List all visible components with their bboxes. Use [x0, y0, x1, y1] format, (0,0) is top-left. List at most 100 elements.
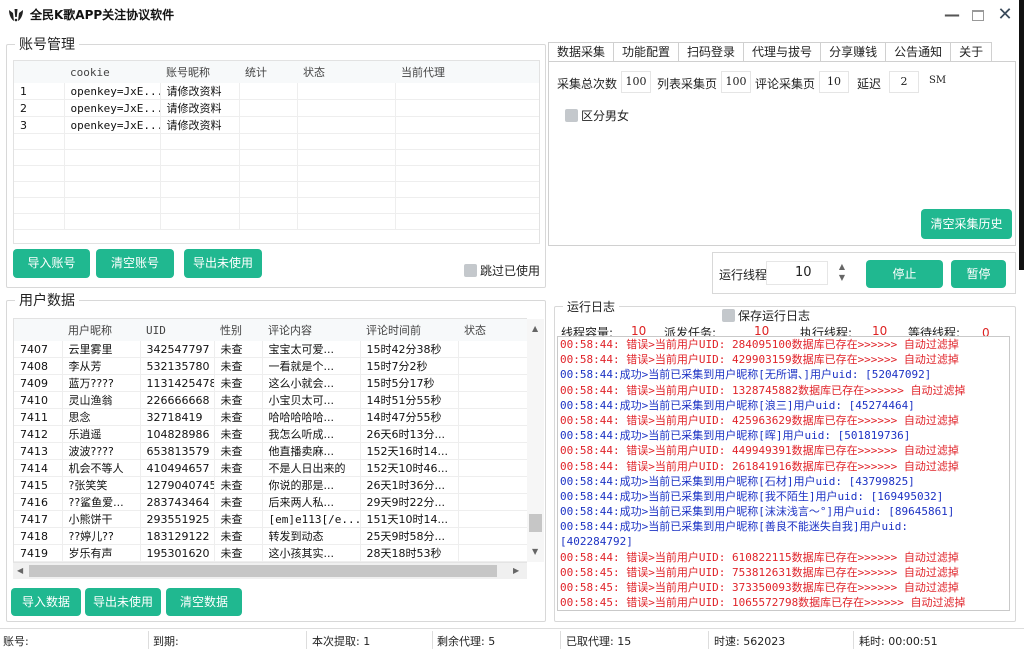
run-threads-spinner[interactable]: ▲ ▼: [831, 261, 853, 285]
user-cell: 蓝万????: [62, 374, 141, 392]
user-data-table[interactable]: 用户昵称 UID 性别 评论内容 评论时间前 状态 7407 云里雾里 342547…: [13, 318, 527, 563]
user-cell: 1131425478: [140, 374, 215, 392]
export-unused-accounts-button[interactable]: 导出未使用: [184, 249, 262, 278]
column-header-nickname[interactable]: 用户昵称: [62, 319, 140, 341]
user-row[interactable]: 7410 灵山渔翁 226666668 未查 小宝贝太可... 14时51分55秒: [14, 391, 527, 409]
user-row[interactable]: 7407 云里雾里 342547797 未查 宝宝太可爱... 15时42分38秒: [14, 341, 527, 358]
column-header-nickname[interactable]: 账号昵称: [160, 61, 239, 83]
tab-2[interactable]: 扫码登录: [678, 42, 745, 62]
comment-pages-input[interactable]: 10: [819, 71, 849, 93]
user-cell: [458, 476, 527, 494]
user-cell: 7408: [14, 357, 63, 375]
user-row[interactable]: 7416 ??鲨鱼爱... 283743464 未查 后来两人私... 29天9时22分.…: [14, 493, 527, 511]
log-line-success: [402284792]: [560, 535, 633, 549]
user-row[interactable]: 7418 ??婷儿?? 183129122 未查 转发到动态 25天9时58分...: [14, 527, 527, 545]
close-button[interactable]: ✕: [993, 4, 1017, 26]
column-header-status[interactable]: 状态: [297, 61, 395, 83]
account-cell: openkey=JxE...: [64, 116, 161, 134]
account-row[interactable]: [14, 149, 539, 166]
user-cell: 7407: [14, 341, 63, 358]
account-cell: [297, 181, 396, 198]
user-cell: 7415: [14, 476, 63, 494]
column-header-uid[interactable]: UID: [140, 319, 214, 341]
account-row[interactable]: [14, 197, 539, 214]
column-header-current-proxy[interactable]: 当前代理: [395, 61, 539, 83]
user-cell: 我怎么听成...: [262, 425, 361, 443]
user-cell: 25天9时58分...: [360, 527, 459, 545]
tab-0[interactable]: 数据采集: [548, 42, 615, 63]
account-row[interactable]: [14, 181, 539, 198]
run-threads-input[interactable]: 10: [766, 261, 828, 285]
checkbox-box[interactable]: [722, 309, 735, 322]
vertical-scroll-thumb[interactable]: [529, 514, 542, 532]
column-header-status[interactable]: 状态: [458, 319, 527, 341]
total-count-input[interactable]: 100: [621, 71, 651, 93]
maximize-button[interactable]: [966, 4, 990, 26]
stop-button[interactable]: 停止: [866, 260, 943, 288]
column-header-cookie[interactable]: cookie: [64, 61, 160, 83]
save-log-checkbox[interactable]: 保存运行日志: [722, 307, 810, 324]
tab-1[interactable]: 功能配置: [613, 42, 680, 62]
column-header-comment-time[interactable]: 评论时间前: [360, 319, 458, 341]
export-unused-data-button[interactable]: 导出未使用: [85, 588, 161, 616]
user-cell: [458, 374, 527, 392]
checkbox-box[interactable]: [565, 109, 578, 122]
tab-3[interactable]: 代理与拔号: [743, 42, 822, 62]
log-line-error: 00:58:44: 错误>当前用户UID: 425963629数据库已存在>>>…: [560, 413, 959, 427]
column-header-stats[interactable]: 统计: [239, 61, 297, 83]
account-row[interactable]: 1 openkey=JxE... 请修改资料: [14, 83, 539, 100]
spin-down-icon[interactable]: ▼: [831, 272, 853, 283]
scroll-left-arrow-icon[interactable]: ◀: [17, 566, 23, 575]
log-line-error: 00:58:44: 错误>当前用户UID: 284095100数据库已存在>>>…: [560, 338, 959, 351]
gender-checkbox[interactable]: 区分男女: [565, 107, 629, 124]
user-row[interactable]: 7415 ?张笑笑 1279040745 未查 你说的那是... 26天1时36分...: [14, 476, 527, 494]
pause-button[interactable]: 暂停: [951, 260, 1006, 288]
user-table-vertical-scrollbar[interactable]: ▲ ▼: [527, 319, 544, 562]
spin-up-icon[interactable]: ▲: [831, 261, 853, 272]
tab-5[interactable]: 公告通知: [885, 42, 952, 62]
column-header-comment[interactable]: 评论内容: [262, 319, 360, 341]
user-cell: 410494657: [140, 459, 215, 477]
account-row[interactable]: 2 openkey=JxE... 请修改资料: [14, 99, 539, 117]
clear-history-button[interactable]: 清空采集历史: [921, 209, 1012, 239]
column-header-index[interactable]: [14, 319, 62, 341]
run-log-textarea[interactable]: 00:58:44: 错误>当前用户UID: 284095100数据库已存在>>>…: [557, 336, 1010, 611]
import-data-button[interactable]: 导入数据: [11, 588, 81, 616]
user-row[interactable]: 7419 岁乐有声 195301620 未查 这小孩其实... 28天18时53秒: [14, 544, 527, 562]
account-cell: [239, 99, 298, 117]
column-header-index[interactable]: [14, 61, 64, 83]
checkbox-box[interactable]: [464, 264, 477, 277]
user-row[interactable]: 7412 乐逍遥 104828986 未查 我怎么听成... 26天6时13分...: [14, 425, 527, 443]
user-cell: 14时47分55秒: [360, 408, 459, 426]
user-row[interactable]: 7414 机会不等人 410494657 未查 不是人日出来的 152天10时46...: [14, 459, 527, 477]
account-row[interactable]: [14, 213, 539, 230]
list-pages-input[interactable]: 100: [721, 71, 751, 93]
user-row[interactable]: 7413 波波???? 653813579 未查 他直播卖麻... 152天16时14..…: [14, 442, 527, 460]
skip-used-checkbox[interactable]: 跳过已使用: [464, 262, 540, 279]
scroll-up-arrow-icon[interactable]: ▲: [532, 324, 538, 333]
import-accounts-button[interactable]: 导入账号: [13, 249, 90, 278]
account-row[interactable]: [14, 133, 539, 150]
user-row[interactable]: 7417 小熊饼干 293551925 未查 [em]e113[/e... 151天10时…: [14, 510, 527, 528]
clear-accounts-button[interactable]: 清空账号: [96, 249, 174, 278]
data-collection-panel: 采集总次数 100 列表采集页 100 评论采集页 10 延迟 2 SM 区分男…: [548, 61, 1016, 246]
account-table[interactable]: cookie 账号昵称 统计 状态 当前代理 1 openkey=JxE... 请修…: [13, 60, 540, 244]
horizontal-scroll-thumb[interactable]: [29, 565, 497, 577]
user-row[interactable]: 7409 蓝万???? 1131425478 未查 这么小就会... 15时5分17秒: [14, 374, 527, 392]
tab-6[interactable]: 关于: [950, 42, 993, 62]
account-cell: [160, 213, 240, 230]
user-row[interactable]: 7408 李从芳 532135780 未查 一看就是个... 15时7分2秒: [14, 357, 527, 375]
column-header-gender[interactable]: 性别: [214, 319, 262, 341]
account-row[interactable]: 3 openkey=JxE... 请修改资料: [14, 116, 539, 134]
tab-4[interactable]: 分享赚钱: [820, 42, 887, 62]
user-row[interactable]: 7411 思念 32718419 未查 哈哈哈哈哈... 14时47分55秒: [14, 408, 527, 426]
save-log-label: 保存运行日志: [738, 309, 811, 323]
delay-input[interactable]: 2: [889, 71, 919, 93]
user-table-horizontal-scrollbar[interactable]: ◀ ▶: [13, 562, 527, 579]
scroll-down-arrow-icon[interactable]: ▼: [532, 547, 538, 556]
minimize-button[interactable]: —: [940, 4, 964, 26]
scroll-right-arrow-icon[interactable]: ▶: [513, 566, 519, 575]
account-row[interactable]: [14, 165, 539, 182]
clear-data-button[interactable]: 清空数据: [166, 588, 242, 616]
account-cell: [14, 181, 65, 198]
